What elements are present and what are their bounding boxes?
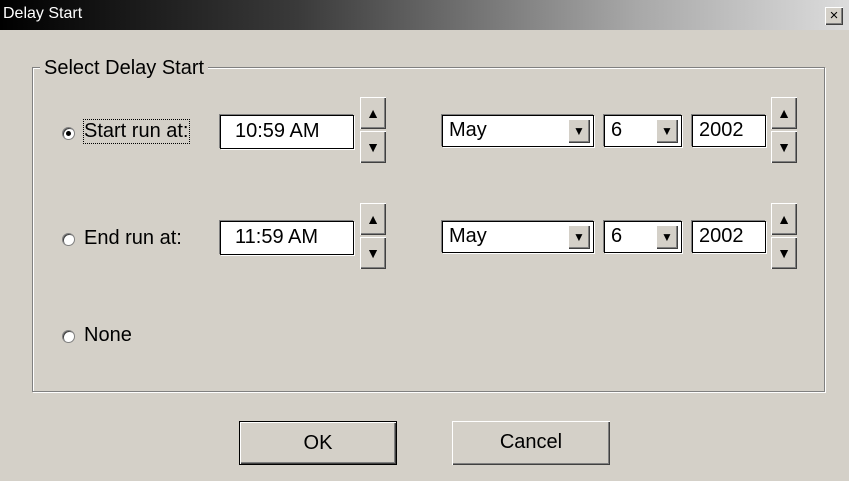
chevron-down-icon: ▼ — [573, 230, 585, 244]
start-month-value: May — [449, 119, 487, 141]
spin-up-icon: ▲ — [777, 211, 791, 227]
cancel-button[interactable]: Cancel — [452, 421, 610, 465]
spin-up-icon: ▲ — [366, 105, 380, 121]
start-day-dropdown-button[interactable]: ▼ — [656, 119, 678, 143]
end-day-dropdown-button[interactable]: ▼ — [656, 225, 678, 249]
start-day-value: 6 — [611, 119, 623, 141]
spin-down-icon: ▼ — [777, 139, 791, 155]
close-button[interactable]: × — [825, 7, 843, 25]
none-radio[interactable] — [62, 330, 75, 343]
start-month-dropdown-button[interactable]: ▼ — [568, 119, 590, 143]
start-run-radio[interactable] — [62, 127, 75, 140]
start-time-spin-down[interactable]: ▼ — [360, 131, 386, 163]
start-year-spin-down[interactable]: ▼ — [771, 131, 797, 163]
end-run-label[interactable]: End run at: — [84, 227, 182, 250]
start-year-spin-up[interactable]: ▲ — [771, 97, 797, 129]
end-time-input[interactable]: 11:59 AM — [220, 221, 354, 255]
delay-start-dialog: Delay Start × Select Delay Start Start r… — [0, 0, 849, 481]
group-title: Select Delay Start — [40, 57, 209, 80]
spin-up-icon: ▲ — [777, 105, 791, 121]
chevron-down-icon: ▼ — [661, 124, 673, 138]
window-title: Delay Start — [3, 5, 83, 22]
spin-down-icon: ▼ — [777, 245, 791, 261]
chevron-down-icon: ▼ — [573, 124, 585, 138]
start-run-label[interactable]: Start run at: — [83, 119, 190, 144]
spin-down-icon: ▼ — [366, 139, 380, 155]
chevron-down-icon: ▼ — [661, 230, 673, 244]
title-bar[interactable]: Delay Start × — [0, 0, 849, 30]
end-time-spin-up[interactable]: ▲ — [360, 203, 386, 235]
start-time-input[interactable]: 10:59 AM — [220, 115, 354, 149]
start-year-input[interactable]: 2002 — [692, 115, 766, 147]
end-day-value: 6 — [611, 225, 623, 247]
ok-button[interactable]: OK — [239, 421, 397, 465]
radio-selected-dot — [66, 131, 71, 136]
none-label[interactable]: None — [84, 324, 132, 347]
end-run-radio[interactable] — [62, 233, 75, 246]
end-month-value: May — [449, 225, 487, 247]
close-icon: × — [829, 7, 839, 24]
start-time-spin-up[interactable]: ▲ — [360, 97, 386, 129]
spin-up-icon: ▲ — [366, 211, 380, 227]
end-year-input[interactable]: 2002 — [692, 221, 766, 253]
end-time-spin-down[interactable]: ▼ — [360, 237, 386, 269]
end-year-spin-down[interactable]: ▼ — [771, 237, 797, 269]
spin-down-icon: ▼ — [366, 245, 380, 261]
end-month-dropdown-button[interactable]: ▼ — [568, 225, 590, 249]
end-year-spin-up[interactable]: ▲ — [771, 203, 797, 235]
